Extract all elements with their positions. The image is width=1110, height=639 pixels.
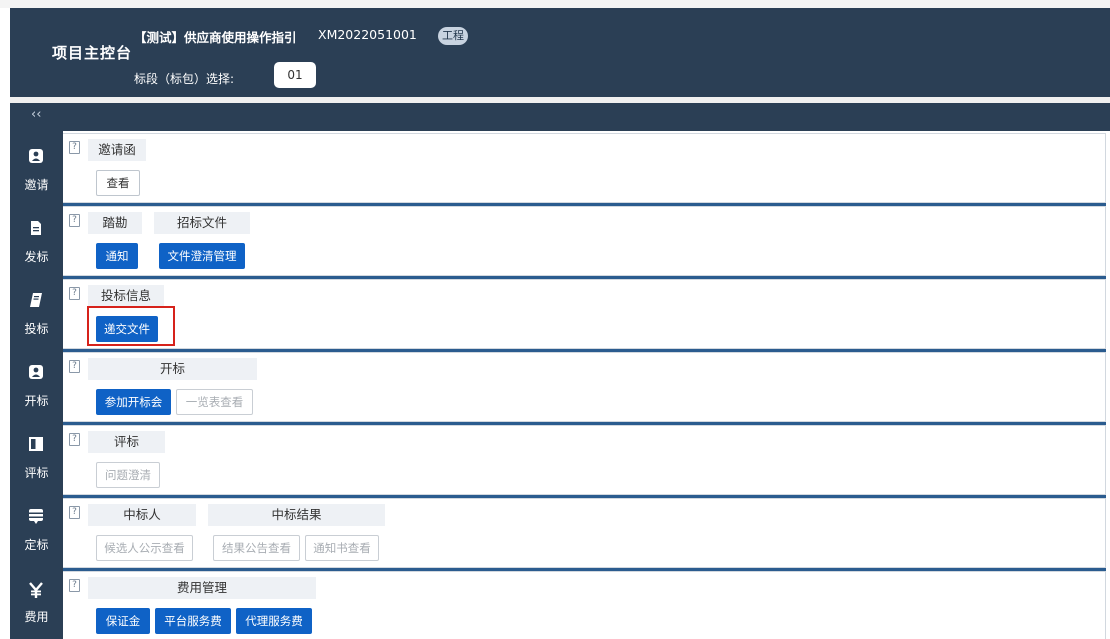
join-opening-button[interactable]: 参加开标会	[96, 389, 171, 415]
help-icon[interactable]: ?	[69, 579, 80, 592]
book-icon	[30, 293, 42, 307]
stage-row-bid: ? 投标信息 递交文件	[63, 279, 1106, 349]
stage-label: 费用管理	[88, 577, 316, 599]
stage-row-opening: ? 开标 参加开标会 一览表查看	[63, 352, 1106, 422]
stage-label: 邀请函	[88, 139, 146, 161]
help-icon[interactable]: ?	[69, 141, 80, 154]
sidebar-item-label: 费用	[24, 610, 49, 624]
stage-label: 中标人	[88, 504, 196, 526]
collapse-bar: ‹‹	[10, 103, 1110, 131]
board-icon	[29, 437, 43, 451]
sidebar-item-label: 发标	[24, 250, 49, 264]
section-select[interactable]: 01	[274, 62, 316, 88]
sidebar-item-bid[interactable]: 投标	[10, 275, 63, 347]
stage-row-issue: ? 踏勘 招标文件 通知 文件澄清管理	[63, 206, 1106, 276]
help-icon[interactable]: ?	[69, 506, 80, 519]
yen-icon	[29, 582, 43, 598]
project-name: 【测试】供应商使用操作指引	[134, 30, 297, 45]
view-summary-button[interactable]: 一览表查看	[176, 389, 253, 415]
user-badge-icon	[29, 149, 43, 163]
collapse-sidebar-button[interactable]: ‹‹	[31, 107, 41, 122]
stage-label: 投标信息	[88, 285, 164, 307]
sidebar-item-label: 邀请	[24, 178, 49, 192]
project-type-badge: 工程	[438, 27, 468, 45]
sidebar-item-label: 开标	[24, 394, 49, 408]
document-icon	[31, 221, 41, 235]
user-badge-icon	[29, 365, 43, 379]
sidebar: 邀请 发标 投标 开标 评标 定标 费用	[10, 131, 63, 639]
sidebar-item-evaluation[interactable]: 评标	[10, 419, 63, 491]
sidebar-item-award[interactable]: 定标	[10, 491, 63, 563]
stage-label: 招标文件	[154, 212, 250, 234]
stage-label: 中标结果	[208, 504, 385, 526]
stage-label: 踏勘	[88, 212, 142, 234]
stage-label: 评标	[88, 431, 165, 453]
view-candidate-notice-button[interactable]: 候选人公示查看	[96, 535, 193, 561]
project-code: XM2022051001	[318, 27, 417, 42]
help-icon[interactable]: ?	[69, 433, 80, 446]
sidebar-item-label: 定标	[24, 538, 49, 552]
help-icon[interactable]: ?	[69, 287, 80, 300]
view-result-notice-button[interactable]: 结果公告查看	[213, 535, 300, 561]
deposit-button[interactable]: 保证金	[96, 608, 150, 634]
sidebar-item-label: 投标	[24, 322, 49, 336]
stage-row-award: ? 中标人 中标结果 候选人公示查看 结果公告查看 通知书查看	[63, 498, 1106, 568]
stage-row-invite: ? 邀请函 查看	[63, 133, 1106, 203]
stage-label: 开标	[88, 358, 257, 380]
help-icon[interactable]: ?	[69, 214, 80, 227]
stage-row-fees: ? 费用管理 保证金 平台服务费 代理服务费	[63, 571, 1106, 639]
file-clarification-button[interactable]: 文件澄清管理	[159, 243, 245, 269]
submit-file-button[interactable]: 递交文件	[96, 316, 158, 342]
sidebar-item-invite[interactable]: 邀请	[10, 131, 63, 203]
section-select-label: 标段（标包）选择:	[134, 72, 235, 86]
platform-fee-button[interactable]: 平台服务费	[155, 608, 231, 634]
sidebar-item-label: 评标	[24, 466, 49, 480]
sidebar-item-opening[interactable]: 开标	[10, 347, 63, 419]
console-title: 项目主控台	[52, 44, 133, 62]
page-header: 项目主控台 【测试】供应商使用操作指引 XM2022051001 工程 标段（标…	[10, 8, 1110, 97]
question-clarification-button[interactable]: 问题澄清	[96, 462, 160, 488]
sidebar-item-issue[interactable]: 发标	[10, 203, 63, 275]
view-invitation-button[interactable]: 查看	[96, 170, 140, 196]
view-award-letter-button[interactable]: 通知书查看	[305, 535, 379, 561]
help-icon[interactable]: ?	[69, 360, 80, 373]
list-icon	[29, 509, 43, 524]
agency-fee-button[interactable]: 代理服务费	[236, 608, 312, 634]
sidebar-item-fees[interactable]: 费用	[10, 563, 63, 635]
top-strip	[0, 0, 1110, 8]
notice-button[interactable]: 通知	[96, 243, 138, 269]
stage-row-evaluation: ? 评标 问题澄清	[63, 425, 1106, 495]
